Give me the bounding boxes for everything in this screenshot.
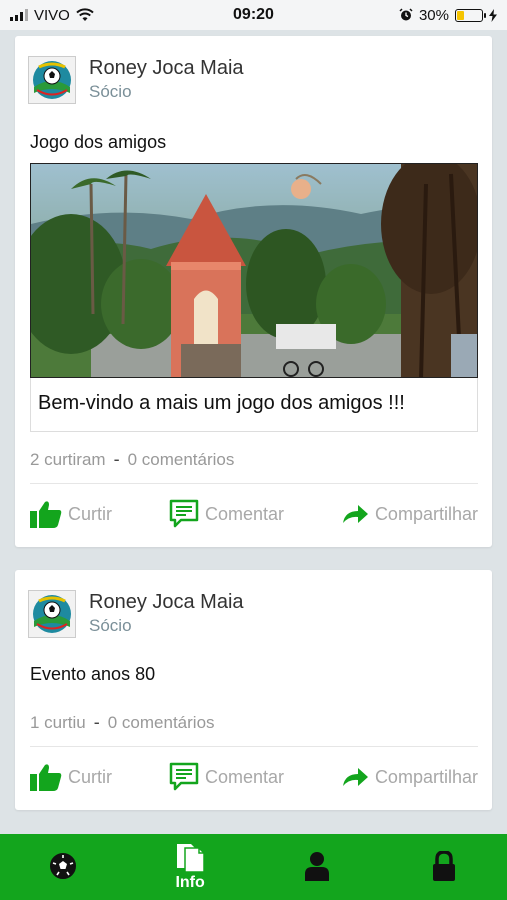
- like-label: Curtir: [68, 766, 112, 787]
- author-role: Sócio: [89, 82, 132, 101]
- carrier-label: VIVO: [34, 6, 70, 24]
- battery-percent: 30%: [418, 6, 449, 24]
- wifi-icon: [76, 8, 94, 21]
- post-image[interactable]: [30, 163, 478, 378]
- post-stats: 1 curtiu - 0 comentários: [30, 712, 215, 733]
- post-caption: Bem-vindo a mais um jogo dos amigos !!!: [30, 378, 478, 432]
- alarm-icon: [399, 8, 413, 21]
- like-button[interactable]: Curtir: [30, 763, 112, 791]
- author-name[interactable]: Roney Joca Maia: [89, 590, 244, 614]
- charging-bolt-icon: [489, 8, 497, 22]
- status-bar: VIVO 09:20 30%: [0, 0, 507, 30]
- divider: [30, 483, 478, 484]
- signal-icon: [10, 9, 28, 21]
- comment-button[interactable]: Comentar: [169, 762, 284, 792]
- post-actions: Curtir Comentar Compartilhar: [30, 762, 478, 792]
- tab-profile[interactable]: [267, 834, 367, 900]
- status-right: 30%: [399, 7, 497, 24]
- post-title: Jogo dos amigos: [30, 132, 167, 152]
- bottom-tab-bar: Info: [0, 834, 507, 900]
- battery-fill: [457, 10, 465, 20]
- post-card: Roney Joca Maia Sócio Jogo dos amigos Be…: [15, 36, 492, 547]
- share-arrow-icon: [342, 505, 368, 523]
- comment-label: Comentar: [204, 503, 284, 524]
- lock-icon: [432, 851, 455, 881]
- status-left: VIVO: [10, 7, 94, 24]
- share-label: Compartilhar: [374, 503, 478, 524]
- avatar[interactable]: [28, 56, 76, 104]
- chapel-landscape-image: [31, 164, 477, 377]
- comment-label: Comentar: [204, 766, 284, 787]
- club-crest-icon: [33, 595, 71, 633]
- tab-lock[interactable]: [394, 834, 494, 900]
- like-label: Curtir: [68, 503, 112, 524]
- share-arrow-icon: [342, 768, 368, 786]
- post-actions: Curtir Comentar Compartilhar: [30, 499, 478, 529]
- soccer-ball-icon: [50, 853, 77, 879]
- author-name[interactable]: Roney Joca Maia: [89, 56, 244, 80]
- share-button[interactable]: Compartilhar: [341, 503, 478, 525]
- post-header: Roney Joca Maia Sócio: [28, 590, 244, 638]
- comment-icon: [169, 762, 199, 791]
- author-info: Roney Joca Maia Sócio: [89, 56, 244, 104]
- post-feed[interactable]: Roney Joca Maia Sócio Jogo dos amigos Be…: [0, 30, 507, 834]
- comment-button[interactable]: Comentar: [169, 499, 284, 529]
- thumbs-up-icon: [30, 764, 62, 791]
- avatar[interactable]: [28, 590, 76, 638]
- thumbs-up-icon: [30, 501, 62, 528]
- likes-count[interactable]: 2 curtiram: [30, 450, 106, 470]
- post-card: Roney Joca Maia Sócio Evento anos 80 1 c…: [15, 570, 492, 810]
- document-icon: [177, 844, 205, 872]
- author-info: Roney Joca Maia Sócio: [89, 590, 244, 638]
- stats-separator: -: [93, 712, 100, 732]
- author-role: Sócio: [89, 616, 132, 635]
- post-header: Roney Joca Maia Sócio: [28, 56, 244, 104]
- share-button[interactable]: Compartilhar: [341, 766, 478, 788]
- share-label: Compartilhar: [374, 766, 478, 787]
- tab-info[interactable]: Info: [140, 834, 240, 900]
- comments-count[interactable]: 0 comentários: [128, 450, 235, 470]
- stats-separator: -: [113, 449, 120, 469]
- club-crest-icon: [33, 61, 71, 99]
- tab-soccer[interactable]: [13, 834, 113, 900]
- battery-icon: [455, 8, 486, 22]
- post-stats: 2 curtiram - 0 comentários: [30, 449, 234, 470]
- tab-label: Info: [175, 874, 205, 891]
- post-title: Evento anos 80: [30, 664, 156, 684]
- likes-count[interactable]: 1 curtiu: [30, 713, 86, 733]
- divider: [30, 746, 478, 747]
- comments-count[interactable]: 0 comentários: [108, 713, 215, 733]
- person-icon: [304, 852, 329, 881]
- comment-icon: [169, 499, 199, 528]
- like-button[interactable]: Curtir: [30, 500, 112, 528]
